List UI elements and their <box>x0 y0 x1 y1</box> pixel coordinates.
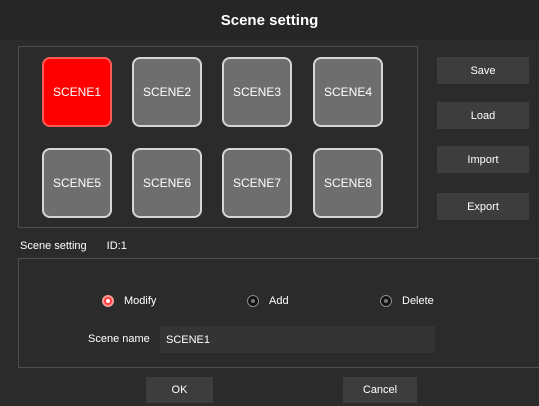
scene-id-label: ID:1 <box>106 240 127 252</box>
cancel-button[interactable]: Cancel <box>343 377 417 403</box>
scene-setting-dialog: Scene setting SCENE1 SCENE2 SCENE3 SCENE… <box>0 0 539 406</box>
radio-unselected-icon <box>247 295 259 307</box>
scene-name-label: Scene name <box>88 333 150 345</box>
scene-button-1[interactable]: SCENE1 <box>42 57 112 127</box>
import-button[interactable]: Import <box>437 146 529 173</box>
scene-button-5[interactable]: SCENE5 <box>42 148 112 218</box>
load-button[interactable]: Load <box>437 102 529 129</box>
section-label: Scene setting <box>20 240 87 252</box>
delete-radio-label: Delete <box>402 295 434 307</box>
scene-button-8[interactable]: SCENE8 <box>313 148 383 218</box>
scene-button-2[interactable]: SCENE2 <box>132 57 202 127</box>
scene-button-4[interactable]: SCENE4 <box>313 57 383 127</box>
scene-name-input[interactable]: SCENE1 <box>160 326 435 353</box>
save-button[interactable]: Save <box>437 57 529 84</box>
add-radio-label: Add <box>269 295 289 307</box>
scene-button-6[interactable]: SCENE6 <box>132 148 202 218</box>
scene-button-3[interactable]: SCENE3 <box>222 57 292 127</box>
export-button[interactable]: Export <box>437 193 529 220</box>
section-header: Scene setting ID:1 <box>20 240 127 252</box>
radio-selected-icon <box>102 295 114 307</box>
scene-grid-panel: SCENE1 SCENE2 SCENE3 SCENE4 SCENE5 SCENE… <box>18 46 418 228</box>
modify-radio-label: Modify <box>124 295 157 307</box>
delete-radio[interactable]: Delete <box>380 293 434 309</box>
ok-button[interactable]: OK <box>146 377 213 403</box>
radio-unselected-icon <box>380 295 392 307</box>
modify-radio[interactable]: Modify <box>102 293 156 309</box>
dialog-title: Scene setting <box>0 0 539 40</box>
add-radio[interactable]: Add <box>247 293 289 309</box>
scene-button-7[interactable]: SCENE7 <box>222 148 292 218</box>
